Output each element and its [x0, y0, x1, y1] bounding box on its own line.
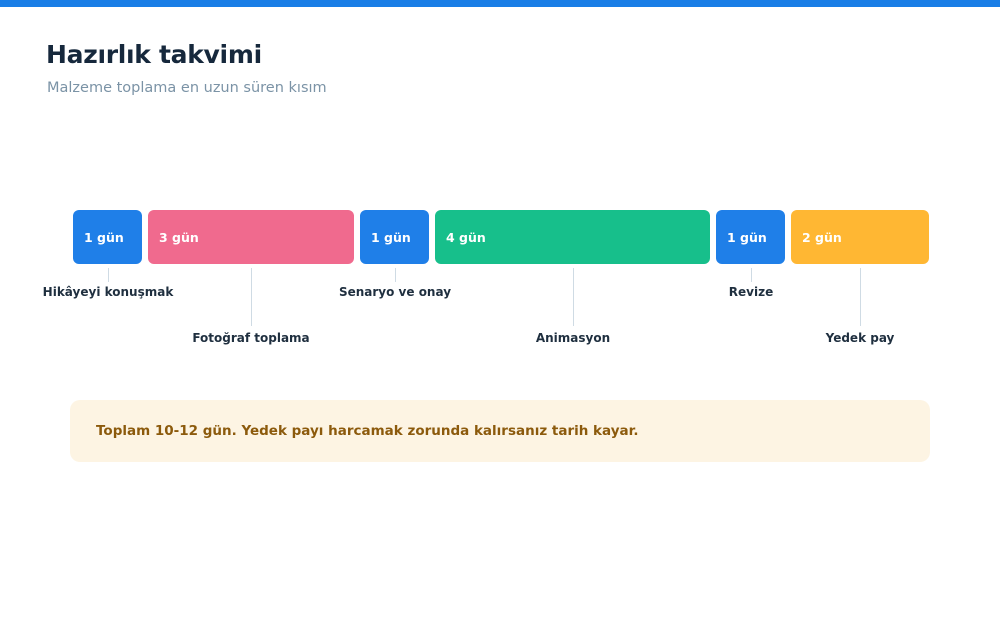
- segment-connector-line: [395, 268, 396, 282]
- timeline-segment: 3 gün: [148, 210, 354, 264]
- segment-duration: 4 gün: [446, 229, 486, 245]
- segment-label: Revize: [728, 285, 774, 299]
- segment-duration: 3 gün: [159, 229, 199, 245]
- segment-connector-line: [251, 268, 252, 326]
- segment-label: Animasyon: [535, 331, 611, 345]
- timeline-segment: 1 gün: [73, 210, 142, 264]
- segment-label: Hikâyeyi konuşmak: [42, 285, 174, 299]
- segment-duration: 1 gün: [727, 229, 767, 245]
- segment-connector-line: [108, 268, 109, 282]
- segment-duration: 1 gün: [371, 229, 411, 245]
- segment-connector-line: [573, 268, 574, 326]
- timeline-segment: 1 gün: [360, 210, 429, 264]
- timeline-segment: 1 gün: [716, 210, 785, 264]
- summary-text: Toplam 10-12 gün. Yedek payı harcamak zo…: [96, 423, 639, 439]
- segment-label: Senaryo ve onay: [338, 285, 452, 299]
- segment-duration: 2 gün: [802, 229, 842, 245]
- segment-connector-line: [860, 268, 861, 326]
- summary-callout: Toplam 10-12 gün. Yedek payı harcamak zo…: [70, 400, 930, 462]
- segment-duration: 1 gün: [84, 229, 124, 245]
- segment-label: Fotoğraf toplama: [192, 331, 310, 345]
- timeline: 1 gün Hikâyeyi konuşmak 3 gün Fotoğraf topl…: [0, 0, 1000, 400]
- segment-label: Yedek pay: [825, 331, 895, 345]
- timeline-segment: 4 gün: [435, 210, 710, 264]
- timeline-segment: 2 gün: [791, 210, 929, 264]
- segment-connector-line: [751, 268, 752, 282]
